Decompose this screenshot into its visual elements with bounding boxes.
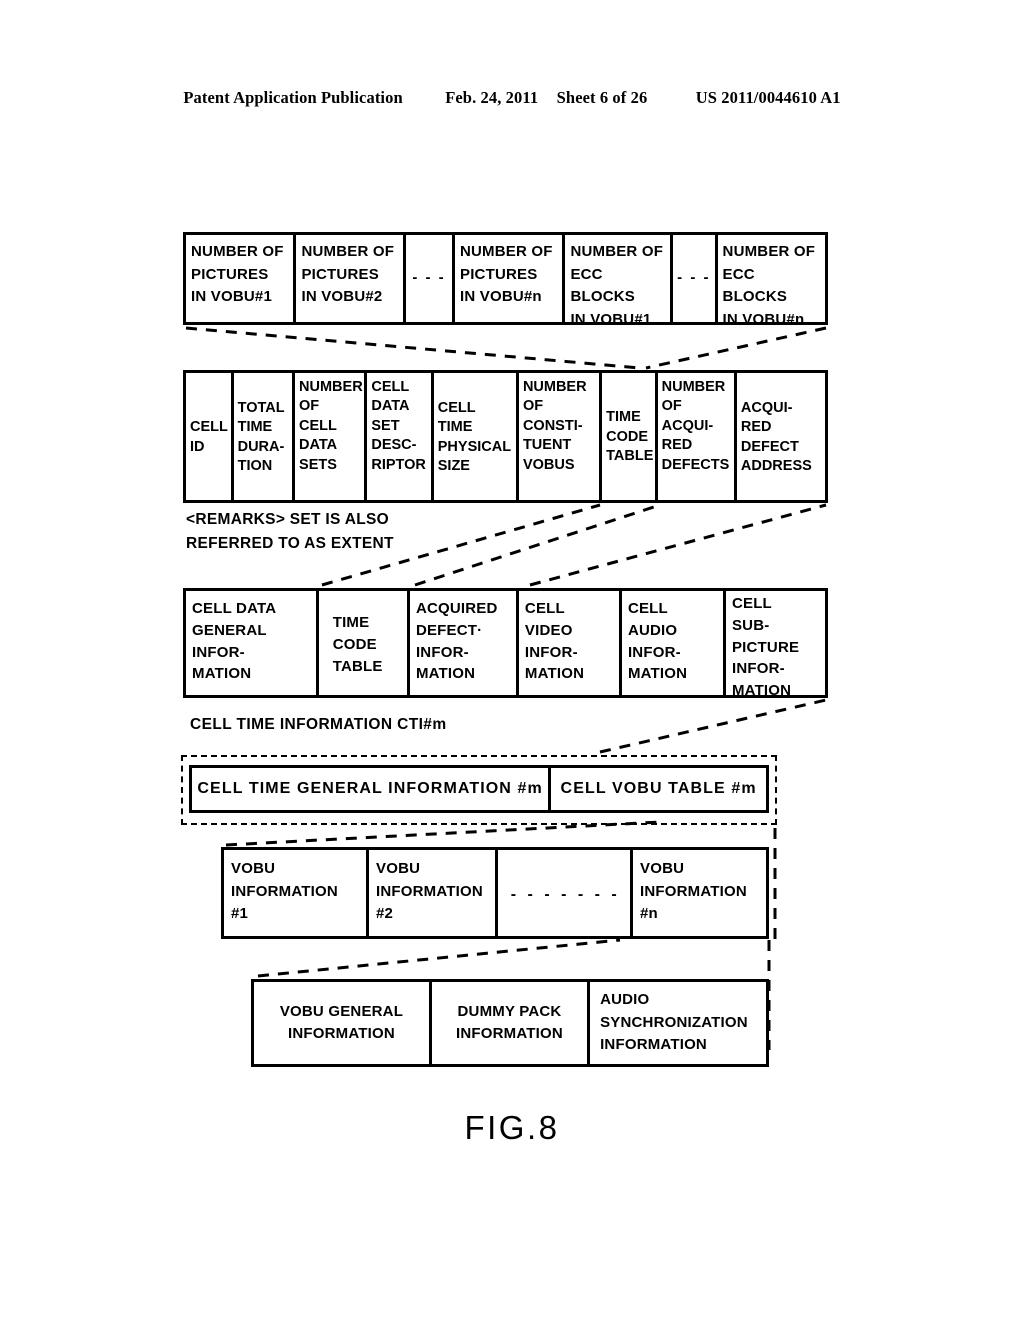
cell-label: TIME CODE TABLE: [332, 614, 383, 675]
cell-data-general-table: CELL DATA GENERAL INFOR- MATION TIME COD…: [183, 588, 828, 698]
cell-label: VOBU INFORMATION #n: [640, 860, 747, 922]
cell-ecc-ellipsis: - - -: [673, 235, 718, 322]
cell-label: CELL DATA GENERAL INFOR- MATION: [192, 600, 277, 683]
cell-label: TOTAL TIME DURA- TION: [237, 399, 285, 474]
cell-vobu-table: CELL VOBU TABLE #m: [551, 768, 766, 810]
cell-label: ACQUI- RED DEFECT ADDRESS: [740, 399, 812, 474]
cell-label: AUDIO SYNCHRONIZATION INFORMATION: [600, 991, 748, 1054]
cell-label: CELL ID: [190, 419, 228, 455]
connector-cti-to-vobu: [225, 820, 661, 847]
cell-data-general-information: CELL DATA GENERAL INFOR- MATION: [186, 591, 319, 695]
connector-row1-left: [185, 326, 641, 370]
cell-label: NUMBER OF CELL DATA SETS: [299, 379, 363, 473]
cell-label: CELL DATA SET DESC- RIPTOR: [371, 379, 426, 473]
vobu-information-table: VOBU INFORMATION #1 VOBU INFORMATION #2 …: [221, 847, 769, 939]
cell-label: NUMBER OF PICTURES IN VOBU#2: [301, 243, 395, 305]
cell-label: NUMBER OF ECC BLOCKS IN VOBU#1: [570, 243, 664, 322]
cell-audio-synchronization-information: AUDIO SYNCHRONIZATION INFORMATION: [590, 982, 766, 1064]
ellipsis-label: - - -: [412, 269, 446, 287]
cell-label: CELL TIME PHYSICAL SIZE: [437, 399, 512, 474]
cell-number-of-cell-data-sets: NUMBER OF CELL DATA SETS: [295, 373, 368, 500]
cell-vobu-information-1: VOBU INFORMATION #1: [224, 850, 369, 936]
vobu-count-table: NUMBER OF PICTURES IN VOBU#1 NUMBER OF P…: [183, 232, 828, 325]
connector-row1-right: [645, 326, 827, 370]
cell-audio-information: CELL AUDIO INFOR- MATION: [622, 591, 726, 695]
cell-video-information: CELL VIDEO INFOR- MATION: [519, 591, 622, 695]
cell-time-code-table: TIME CODE TABLE: [602, 373, 658, 500]
cell-label: ACQUIRED DEFECT· INFOR- MATION: [415, 600, 498, 683]
cell-vobu-information-2: VOBU INFORMATION #2: [369, 850, 498, 936]
cell-label: CELL VIDEO INFOR- MATION: [524, 600, 585, 683]
cell-data-set-table: CELL ID TOTAL TIME DURA- TION NUMBER OF …: [183, 370, 828, 503]
cell-time-information-label: CELL TIME INFORMATION CTI#m: [190, 716, 447, 733]
figure-caption: FIG.8: [464, 1109, 560, 1146]
cell-time-general-information: CELL TIME GENERAL INFORMATION #m: [192, 768, 552, 810]
cell-number-of-acquired-defects: NUMBER OF ACQUI- RED DEFECTS: [658, 373, 737, 500]
cell-pictures-ellipsis: - - -: [406, 235, 455, 322]
cell-pictures-vobu1: NUMBER OF PICTURES IN VOBU#1: [186, 235, 297, 322]
cell-total-time-duration: TOTAL TIME DURA- TION: [234, 373, 296, 500]
connector-row3-right: [599, 698, 827, 754]
cell-label: CELL TIME GENERAL INFORMATION #m: [197, 780, 543, 798]
cell-time-code-table: TIME CODE TABLE: [319, 591, 410, 695]
cell-time-physical-size: CELL TIME PHYSICAL SIZE: [434, 373, 519, 500]
cell-label: VOBU INFORMATION #2: [376, 860, 483, 922]
cell-time-information-table: CELL TIME GENERAL INFORMATION #m CELL VO…: [189, 765, 769, 813]
cell-number-of-constituent-vobus: NUMBER OF CONSTI- TUENT VOBUS: [519, 373, 603, 500]
cell-label: NUMBER OF PICTURES IN VOBU#1: [191, 243, 284, 305]
cell-id: CELL ID: [186, 373, 234, 500]
cell-sub-picture-information: CELL SUB- PICTURE INFOR- MATION: [726, 591, 825, 695]
cell-label: NUMBER OF ACQUI- RED DEFECTS: [661, 379, 730, 473]
cell-label: CELL VOBU TABLE #m: [560, 780, 757, 798]
cell-data-set-descriptor: CELL DATA SET DESC- RIPTOR: [367, 373, 434, 500]
cell-label: CELL SUB- PICTURE INFOR- MATION: [731, 595, 800, 695]
figure-8-diagram: NUMBER OF PICTURES IN VOBU#1 NUMBER OF P…: [0, 0, 1024, 1320]
cell-label: NUMBER OF CONSTI- TUENT VOBUS: [522, 379, 587, 473]
cell-ecc-blocks-vobu1: NUMBER OF ECC BLOCKS IN VOBU#1: [565, 235, 674, 322]
cell-pictures-vobu2: NUMBER OF PICTURES IN VOBU#2: [296, 235, 406, 322]
cell-vobu-ellipsis: - - - - - - -: [498, 850, 633, 936]
cell-ecc-blocks-vobun: NUMBER OF ECC BLOCKS IN VOBU#n: [718, 235, 825, 322]
ellipsis-label: - - - - - - -: [510, 886, 621, 903]
cell-acquired-defect-information: ACQUIRED DEFECT· INFOR- MATION: [410, 591, 519, 695]
connector-vobu-to-detail: [257, 938, 621, 978]
cell-label: NUMBER OF ECC BLOCKS IN VOBU#n: [722, 243, 816, 322]
vobu-detail-table: VOBU GENERAL INFORMATION DUMMY PACK INFO…: [251, 979, 769, 1067]
cell-acquired-defect-address: ACQUI- RED DEFECT ADDRESS: [737, 373, 825, 500]
cell-label: TIME CODE TABLE: [606, 409, 654, 465]
cell-label: CELL AUDIO INFOR- MATION: [627, 600, 688, 683]
cell-pictures-vobun: NUMBER OF PICTURES IN VOBU#n: [455, 235, 566, 322]
cell-vobu-information-n: VOBU INFORMATION #n: [633, 850, 766, 936]
remarks-note: <REMARKS> SET IS ALSO REFERRED TO AS EXT…: [186, 511, 394, 552]
cell-label: VOBU GENERAL INFORMATION: [279, 1002, 404, 1043]
cell-label: NUMBER OF PICTURES IN VOBU#n: [459, 243, 553, 305]
cell-vobu-general-information: VOBU GENERAL INFORMATION: [254, 982, 432, 1064]
cell-label: VOBU INFORMATION #1: [231, 860, 338, 922]
ellipsis-label: - - -: [677, 269, 711, 287]
cell-label: DUMMY PACK INFORMATION: [456, 1002, 563, 1043]
cell-dummy-pack-information: DUMMY PACK INFORMATION: [432, 982, 591, 1064]
